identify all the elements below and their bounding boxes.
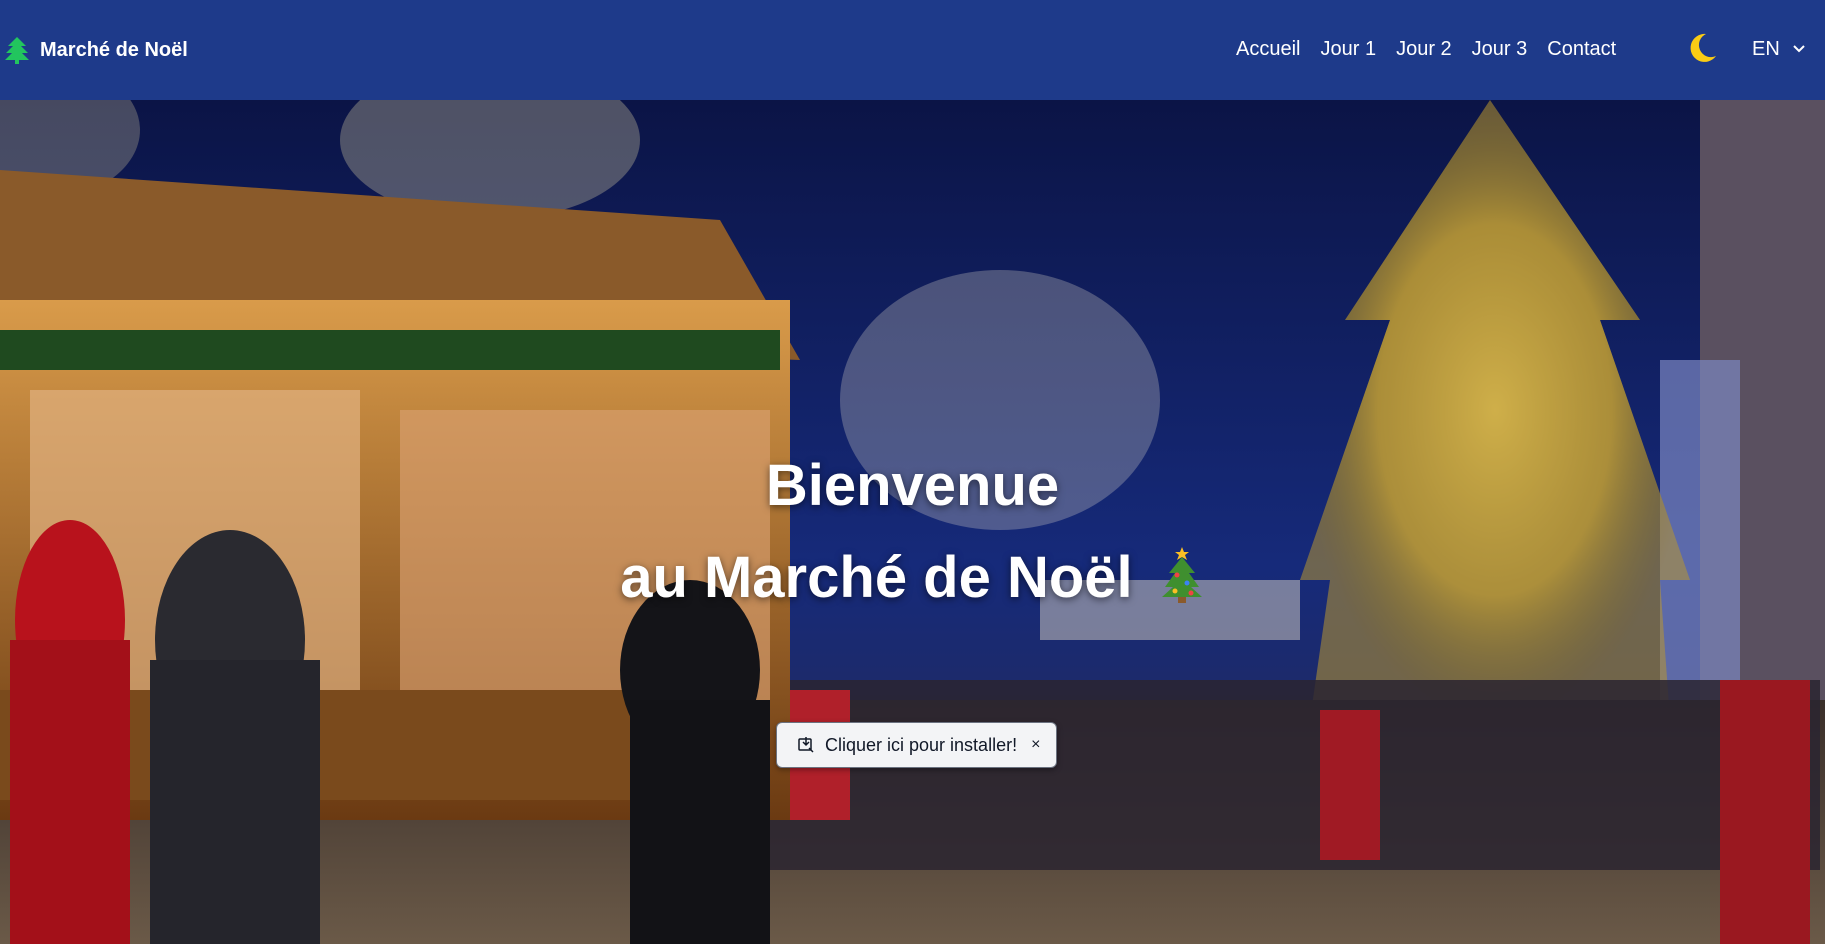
hero-title-line-2-wrapper: au Marché de Noël bbox=[0, 532, 1825, 624]
tree-icon bbox=[5, 37, 29, 64]
language-selector[interactable]: EN bbox=[1752, 36, 1806, 62]
main-nav: Accueil Jour 1 Jour 2 Jour 3 Contact bbox=[1236, 36, 1636, 62]
nav-link-jour-2[interactable]: Jour 2 bbox=[1396, 36, 1452, 62]
language-label: EN bbox=[1752, 38, 1780, 60]
install-icon bbox=[798, 737, 814, 753]
hero-title-line-1: Bienvenue bbox=[765, 453, 1060, 518]
hero-section: Bienvenue au Marché de Noël Cliquer ici … bbox=[0, 100, 1825, 946]
nav-link-accueil[interactable]: Accueil bbox=[1236, 36, 1300, 62]
nav-link-contact[interactable]: Contact bbox=[1547, 36, 1616, 62]
christmas-tree-icon bbox=[1161, 547, 1202, 603]
moon-icon[interactable] bbox=[1684, 30, 1720, 66]
chevron-down-icon bbox=[1793, 45, 1805, 53]
top-navbar: Marché de Noël Accueil Jour 1 Jour 2 Jou… bbox=[0, 0, 1825, 100]
install-label: Cliquer ici pour installer! bbox=[825, 734, 1018, 755]
close-install-button[interactable]: × bbox=[1031, 736, 1040, 754]
brand-link[interactable]: Marché de Noël bbox=[4, 34, 188, 66]
hero-title-line-2: au Marché de Noël bbox=[620, 545, 1133, 610]
install-app-button[interactable]: Cliquer ici pour installer! × bbox=[776, 722, 1057, 768]
nav-link-jour-3[interactable]: Jour 3 bbox=[1472, 36, 1528, 62]
nav-link-jour-1[interactable]: Jour 1 bbox=[1320, 36, 1376, 62]
brand-label: Marché de Noël bbox=[40, 38, 188, 61]
hero-title: Bienvenue au Marché de Noël bbox=[0, 440, 1825, 624]
